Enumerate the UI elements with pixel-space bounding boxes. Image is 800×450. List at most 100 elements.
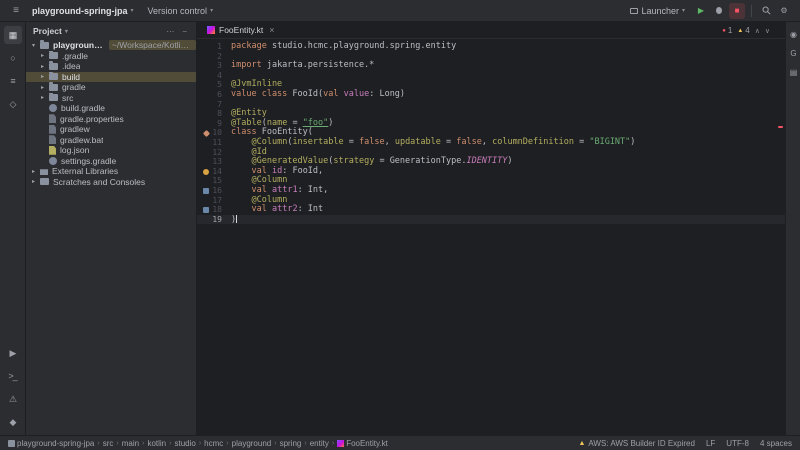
chevron-right-icon[interactable]: ▸ (41, 63, 49, 70)
vcs-selector[interactable]: Version control ▾ (142, 4, 220, 18)
code-editor[interactable]: 1 package studio.hcmc.playground.spring.e… (197, 39, 785, 435)
project-view-selector[interactable]: Project ▾ (33, 26, 68, 36)
breadcrumb-item[interactable]: kotlin (147, 439, 166, 448)
chevron-down-icon[interactable]: ▾ (32, 42, 40, 49)
tree-item-scratches-and-consoles[interactable]: ▸ Scratches and Consoles (26, 177, 196, 188)
chevron-right-icon[interactable]: ▸ (41, 84, 49, 91)
gutter[interactable]: 18 (197, 205, 231, 215)
search-everywhere-button[interactable] (758, 3, 774, 19)
chevron-right-icon[interactable]: ▸ (41, 73, 49, 80)
notifications-icon[interactable]: ◉ (787, 27, 800, 41)
gutter[interactable]: 5 (197, 80, 231, 90)
encoding-widget[interactable]: UTF-8 (726, 439, 749, 448)
gutter[interactable]: 7 (197, 100, 231, 110)
code-line-1[interactable]: 1 package studio.hcmc.playground.spring.e… (197, 41, 785, 52)
stop-button[interactable]: ■ (729, 2, 745, 19)
breadcrumb-item[interactable]: hcmc (204, 439, 223, 448)
tree-item-gradlew[interactable]: gradlew (26, 124, 196, 135)
project-selector[interactable]: playground-spring-jpa ▾ (26, 4, 140, 18)
warning-count[interactable]: ▲ 4 (737, 26, 749, 35)
gutter[interactable]: 17 (197, 196, 231, 206)
error-stripe-mark[interactable] (778, 126, 783, 128)
breadcrumb-item[interactable]: entity (310, 439, 329, 448)
gradle-icon[interactable]: G (787, 46, 800, 60)
line-separator-widget[interactable]: LF (706, 439, 715, 448)
id-gutter-icon[interactable] (203, 168, 210, 175)
code-line-19[interactable]: 19) (197, 214, 785, 225)
code-line-3[interactable]: 3 import jakarta.persistence.* (197, 60, 785, 71)
gutter[interactable]: 14 (197, 167, 231, 177)
chevron-right-icon[interactable]: ▸ (32, 168, 40, 175)
problems-icon[interactable]: ⚠ (4, 390, 22, 408)
settings-button[interactable]: ⚙ (776, 3, 792, 19)
gutter[interactable]: 1 (197, 42, 231, 52)
code-line-6[interactable]: 6 value class FooId(val value: Long) (197, 89, 785, 100)
gutter[interactable]: 9 (197, 119, 231, 129)
gutter[interactable]: 10 (197, 128, 231, 138)
gutter[interactable]: 11 (197, 138, 231, 148)
indent-widget[interactable]: 4 spaces (760, 439, 792, 448)
more-options-icon[interactable]: ⋯ (164, 27, 176, 36)
breadcrumb-item[interactable]: studio (174, 439, 195, 448)
column-gutter-icon[interactable] (203, 206, 210, 213)
project-icon[interactable]: ▦ (3, 26, 22, 44)
code-line-18[interactable]: 18 val attr2: Int (197, 204, 785, 215)
code-line-7[interactable]: 7 (197, 100, 785, 110)
aws-status-widget[interactable]: ▲ AWS: AWS Builder ID Expired (578, 439, 695, 448)
launcher-selector[interactable]: Launcher ▾ (624, 4, 691, 18)
commit-icon[interactable]: ○ (4, 49, 22, 67)
gutter[interactable]: 8 (197, 109, 231, 119)
gutter[interactable]: 13 (197, 157, 231, 167)
gutter[interactable]: 12 (197, 148, 231, 158)
gutter[interactable]: 16 (197, 186, 231, 196)
database-icon[interactable]: ▤ (787, 65, 800, 79)
inspections-widget[interactable]: ● 1 ▲ 4 ∧ ∨ (719, 25, 773, 36)
run-icon[interactable]: ▶ (4, 344, 22, 362)
tree-item-gradle[interactable]: ▸ gradle (26, 82, 196, 93)
breadcrumb-item[interactable]: FooEntity.kt (337, 439, 388, 448)
close-icon[interactable]: × (269, 25, 274, 35)
breadcrumb-item[interactable]: playground-spring-jpa (8, 439, 94, 448)
chevron-right-icon[interactable]: ▸ (41, 94, 49, 101)
terminal-icon[interactable]: >_ (4, 367, 22, 385)
tree-item-build-gradle[interactable]: build.gradle (26, 103, 196, 114)
structure-icon[interactable]: ≡ (4, 72, 22, 90)
bookmarks-icon[interactable]: ◇ (4, 95, 22, 113)
tree-item-src[interactable]: ▸ src (26, 92, 196, 104)
entity-gutter-icon[interactable] (203, 129, 211, 137)
chevron-right-icon[interactable]: ▸ (41, 52, 49, 59)
next-problem-button[interactable]: ∨ (765, 27, 770, 35)
run-button[interactable]: ▶ (693, 3, 709, 19)
breadcrumb-item[interactable]: src (103, 439, 114, 448)
tree-item-log-json[interactable]: log.json (26, 145, 196, 156)
error-count[interactable]: ● 1 (722, 26, 732, 35)
tree-item--idea[interactable]: ▸ .idea (26, 61, 196, 72)
debug-button[interactable] (711, 3, 727, 19)
main-menu-icon[interactable]: ≡ (8, 3, 24, 19)
hide-panel-icon[interactable]: − (180, 27, 189, 36)
tree-item-build[interactable]: ▸ build (26, 71, 196, 82)
code-line-11[interactable]: 11 @Column(insertable = false, updatable… (197, 137, 785, 148)
tree-item-settings-gradle[interactable]: settings.gradle (26, 156, 196, 167)
breadcrumb-item[interactable]: playground (232, 439, 272, 448)
prev-problem-button[interactable]: ∧ (755, 27, 760, 35)
gutter[interactable]: 15 (197, 176, 231, 186)
column-gutter-icon[interactable] (203, 187, 210, 194)
code-line-4[interactable]: 4 (197, 71, 785, 81)
tree-item-root[interactable]: ▾ playground-spring-jpa ~/Workspace/Kotl… (26, 40, 196, 51)
breadcrumb-item[interactable]: spring (280, 439, 302, 448)
services-icon[interactable]: ◆ (4, 413, 22, 431)
gutter[interactable]: 4 (197, 71, 231, 81)
tree-item-gradle-properties[interactable]: gradle.properties (26, 114, 196, 125)
breadcrumb-separator: › (169, 439, 172, 447)
gutter[interactable]: 19 (197, 215, 231, 225)
gutter[interactable]: 2 (197, 52, 231, 62)
tree-item-external-libraries[interactable]: ▸ External Libraries (26, 166, 196, 177)
gutter[interactable]: 6 (197, 90, 231, 100)
chevron-right-icon[interactable]: ▸ (32, 178, 40, 185)
gutter[interactable]: 3 (197, 61, 231, 71)
breadcrumb-item[interactable]: main (122, 439, 139, 448)
tree-item--gradle[interactable]: ▸ .gradle (26, 50, 196, 62)
tree-item-gradlew-bat[interactable]: gradlew.bat (26, 135, 196, 146)
tab-fooentity-kt[interactable]: FooEntity.kt × (199, 22, 283, 38)
